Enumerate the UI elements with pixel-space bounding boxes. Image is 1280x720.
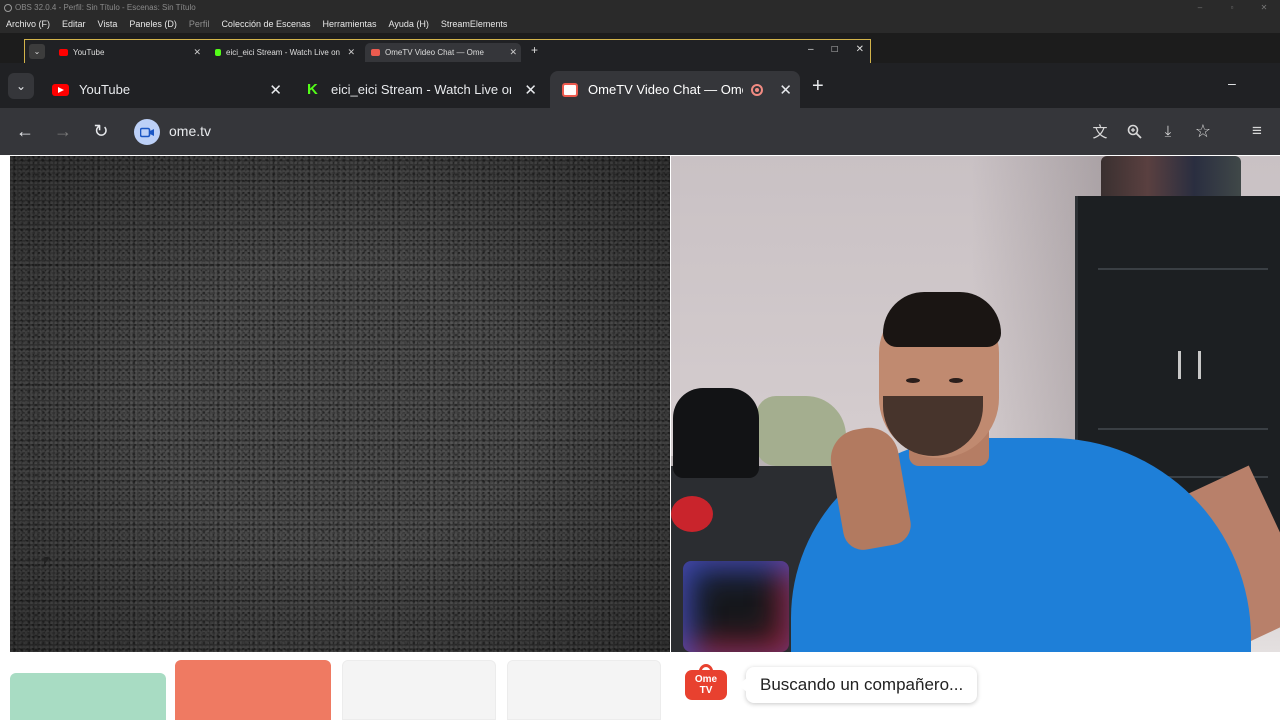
status-text: Buscando un compañero... bbox=[760, 675, 964, 694]
option-button-2[interactable] bbox=[507, 660, 661, 720]
mouse-cursor-icon bbox=[44, 557, 50, 565]
back-button[interactable]: ← bbox=[14, 120, 36, 142]
tab-title: OmeTV Video Chat — Ome bbox=[588, 82, 743, 97]
close-tab-icon[interactable]: ✕ bbox=[269, 81, 282, 99]
obs-titlebar: OBS 32.0.4 - Perfil: Sin Título - Escena… bbox=[0, 0, 1280, 15]
menu-paneles[interactable]: Paneles (D) bbox=[123, 19, 183, 29]
mini-tab-ometv[interactable]: OmeTV Video Chat — Ome ✕ bbox=[365, 43, 521, 62]
zoom-icon[interactable] bbox=[1124, 121, 1144, 141]
menu-streamelements[interactable]: StreamElements bbox=[435, 19, 514, 29]
close-tab-icon[interactable]: ✕ bbox=[524, 81, 537, 99]
mini-tab-title: YouTube bbox=[73, 48, 105, 57]
close-icon[interactable]: ✕ bbox=[193, 47, 201, 58]
bookmark-star-icon[interactable]: ☆ bbox=[1193, 121, 1213, 141]
ometv-icon bbox=[371, 49, 380, 56]
mini-tabs-dropdown-button[interactable]: ⌄ bbox=[29, 44, 45, 59]
ometv-logo: Ome TV bbox=[685, 664, 727, 702]
tab-youtube[interactable]: YouTube ✕ bbox=[40, 71, 290, 108]
install-app-icon[interactable]: ⤓ bbox=[1158, 121, 1178, 141]
kick-icon bbox=[215, 49, 221, 56]
chat-status-area: Ome TV Buscando un compañero... bbox=[671, 652, 1280, 720]
translate-icon[interactable]: ⽂ bbox=[1090, 121, 1110, 141]
mini-tab-title: eici_eici Stream - Watch Live on bbox=[226, 48, 340, 57]
site-info-icon[interactable] bbox=[134, 119, 160, 145]
close-icon[interactable]: ✕ bbox=[347, 47, 355, 58]
nested-browser-preview: ⌄ YouTube ✕ eici_eici Stream - Watch Liv… bbox=[24, 39, 871, 63]
tab-search-button[interactable]: ⌄ bbox=[8, 73, 34, 99]
new-tab-button[interactable]: + bbox=[812, 75, 824, 98]
window-minimize-button[interactable]: – bbox=[1228, 75, 1236, 91]
status-message: Buscando un compañero... bbox=[737, 667, 978, 703]
obs-minimize-button[interactable]: – bbox=[1184, 0, 1216, 15]
menu-perfil[interactable]: Perfil bbox=[183, 19, 216, 29]
obs-maximize-button[interactable]: ▫ bbox=[1216, 0, 1248, 15]
obs-window-title: OBS 32.0.4 - Perfil: Sin Título - Escena… bbox=[15, 3, 196, 12]
menu-vista[interactable]: Vista bbox=[92, 19, 124, 29]
tab-title: eici_eici Stream - Watch Live on bbox=[331, 82, 511, 97]
menu-editar[interactable]: Editar bbox=[56, 19, 92, 29]
tab-title: YouTube bbox=[79, 82, 131, 97]
own-camera-video bbox=[10, 156, 670, 652]
obs-menubar: Archivo (F) Editar Vista Paneles (D) Per… bbox=[0, 15, 1280, 33]
ometv-icon bbox=[562, 82, 578, 97]
mini-tab-youtube[interactable]: YouTube ✕ bbox=[53, 43, 205, 62]
url-text: ome.tv bbox=[169, 123, 212, 139]
ometv-page: Ome TV Buscando un compañero... bbox=[0, 155, 1280, 720]
youtube-icon bbox=[59, 49, 68, 56]
close-tab-icon[interactable]: ✕ bbox=[779, 81, 792, 99]
obs-close-button[interactable]: ✕ bbox=[1248, 0, 1280, 15]
browser-toolbar: ← → ↻ ome.tv ⽂ ⤓ ☆ ≡ bbox=[0, 108, 1280, 155]
mini-maximize-button[interactable]: □ bbox=[832, 44, 838, 55]
menu-coleccion-escenas[interactable]: Colección de Escenas bbox=[215, 19, 316, 29]
recording-icon bbox=[751, 83, 763, 96]
mini-close-button[interactable]: ✕ bbox=[856, 44, 864, 55]
menu-archivo[interactable]: Archivo (F) bbox=[0, 19, 56, 29]
mini-tab-title: OmeTV Video Chat — Ome bbox=[385, 48, 484, 57]
tab-ometv[interactable]: OmeTV Video Chat — Ome ✕ bbox=[550, 71, 800, 108]
menu-ayuda[interactable]: Ayuda (H) bbox=[383, 19, 435, 29]
mini-new-tab-button[interactable]: + bbox=[531, 43, 538, 57]
obs-logo-icon bbox=[4, 3, 12, 12]
youtube-icon bbox=[52, 83, 69, 96]
option-button-1[interactable] bbox=[342, 660, 496, 720]
start-button[interactable] bbox=[10, 673, 166, 720]
reload-button[interactable]: ↻ bbox=[90, 120, 112, 142]
kick-icon: K bbox=[307, 80, 318, 98]
partner-camera-video bbox=[671, 156, 1280, 652]
forward-button[interactable]: → bbox=[52, 120, 74, 142]
tab-kick-stream[interactable]: K eici_eici Stream - Watch Live on ✕ bbox=[295, 71, 545, 108]
browser-tabstrip: ⌄ YouTube ✕ K eici_eici Stream - Watch L… bbox=[0, 63, 1280, 108]
mini-minimize-button[interactable]: – bbox=[808, 44, 814, 55]
mini-tab-kick[interactable]: eici_eici Stream - Watch Live on ✕ bbox=[209, 43, 359, 62]
close-icon[interactable]: ✕ bbox=[509, 47, 517, 58]
reading-list-icon[interactable]: ≡ bbox=[1247, 121, 1267, 141]
stop-button[interactable] bbox=[175, 660, 331, 720]
menu-herramientas[interactable]: Herramientas bbox=[317, 19, 383, 29]
